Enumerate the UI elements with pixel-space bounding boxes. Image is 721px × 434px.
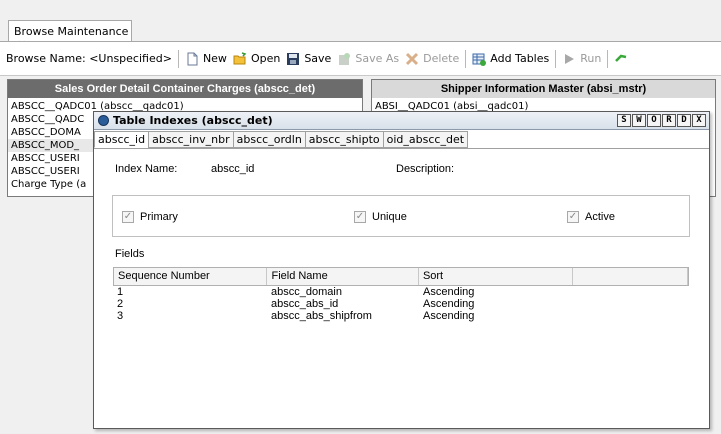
- toolbar-separator: [177, 49, 179, 68]
- fields-label: Fields: [115, 248, 145, 260]
- index-tabs: abscc_id abscc_inv_nbr abscc_ordln abscc…: [94, 131, 469, 149]
- cell-field-name: abscc_domain: [271, 286, 342, 298]
- document-tab-strip: Browse Maintenance ✕: [0, 0, 721, 51]
- cell-sort: Ascending: [423, 310, 475, 322]
- primary-checkbox[interactable]: ✓ Primary: [122, 211, 178, 223]
- add-tables-label: Add Tables: [490, 52, 550, 65]
- open-folder-icon: [233, 51, 247, 64]
- fields-grid: Sequence Number Field Name Sort 1 abscc_…: [113, 267, 689, 322]
- window-button-s[interactable]: S: [617, 114, 631, 127]
- unique-label: Unique: [372, 211, 407, 223]
- toolbar-separator: [607, 49, 609, 68]
- close-button[interactable]: X: [692, 114, 706, 127]
- description-label: Description:: [396, 163, 455, 175]
- cell-sort: Ascending: [423, 298, 475, 310]
- primary-label: Primary: [140, 211, 178, 223]
- grid-header: Sequence Number Field Name Sort: [113, 267, 689, 286]
- save-as-icon: [339, 52, 351, 65]
- window-button-w[interactable]: W: [632, 114, 646, 127]
- add-tables-button[interactable]: Add Tables: [472, 52, 549, 66]
- window-button-d[interactable]: D: [677, 114, 691, 127]
- save-button[interactable]: Save: [286, 52, 331, 66]
- new-document-icon: [187, 52, 198, 65]
- toolbar-separator: [555, 49, 557, 68]
- tab-oid-abscc-det[interactable]: oid_abscc_det: [382, 131, 469, 148]
- table-row[interactable]: 2 abscc_abs_id Ascending: [113, 298, 689, 310]
- index-name-value: abscc_id: [211, 163, 255, 175]
- column-header-field-name[interactable]: Field Name: [267, 268, 419, 285]
- tab-abscc-inv-nbr[interactable]: abscc_inv_nbr: [148, 131, 234, 148]
- refresh-icon[interactable]: [614, 52, 628, 66]
- active-checkbox[interactable]: ✓ Active: [567, 211, 615, 223]
- app-icon: [98, 115, 109, 126]
- open-label: Open: [250, 52, 281, 65]
- cell-field-name: abscc_abs_id: [271, 298, 339, 310]
- dialog-title: Table Indexes (abscc_det): [113, 114, 273, 127]
- delete-label: Delete: [423, 52, 460, 65]
- tab-divider: [94, 148, 709, 149]
- checkmark-icon: ✓: [122, 211, 134, 223]
- tab-abscc-shipto[interactable]: abscc_shipto: [304, 131, 384, 148]
- checkmark-icon: ✓: [567, 211, 579, 223]
- column-header-sequence[interactable]: Sequence Number: [114, 268, 268, 285]
- column-header-empty[interactable]: [573, 268, 688, 285]
- save-disk-icon: [287, 52, 300, 65]
- delete-x-icon: [406, 52, 419, 65]
- save-label: Save: [304, 52, 332, 65]
- window-button-o[interactable]: O: [647, 114, 661, 127]
- window-buttons: S W O R D X: [616, 114, 706, 127]
- tab-abscc-id[interactable]: abscc_id: [94, 131, 150, 148]
- tab-abscc-ordln[interactable]: abscc_ordln: [232, 131, 306, 148]
- tab-label: Browse Maintenance: [14, 25, 129, 38]
- unique-checkbox[interactable]: ✓ Unique: [354, 211, 407, 223]
- run-label: Run: [580, 52, 602, 65]
- add-table-icon: [472, 53, 487, 66]
- toolbar: Browse Name: <Unspecified> New Open Save…: [0, 42, 721, 76]
- open-button[interactable]: Open: [233, 51, 281, 66]
- table-indexes-dialog: Table Indexes (abscc_det) S W O R D X ab…: [93, 111, 710, 429]
- cell-sequence: 1: [117, 286, 124, 298]
- window-button-r[interactable]: R: [662, 114, 676, 127]
- new-button[interactable]: New: [185, 52, 227, 66]
- save-as-label: Save As: [355, 52, 400, 65]
- play-icon: [565, 53, 575, 64]
- save-as-button[interactable]: Save As: [337, 52, 399, 66]
- tab-browse-maintenance[interactable]: Browse Maintenance ✕: [8, 20, 132, 51]
- delete-button[interactable]: Delete: [405, 52, 459, 66]
- column-header-sort[interactable]: Sort: [419, 268, 574, 285]
- table-row[interactable]: 3 abscc_abs_shipfrom Ascending: [113, 310, 689, 322]
- checkmark-icon: ✓: [354, 211, 366, 223]
- cell-sort: Ascending: [423, 286, 475, 298]
- new-label: New: [202, 52, 227, 65]
- cell-sequence: 3: [117, 310, 124, 322]
- active-label: Active: [585, 211, 615, 223]
- table-title[interactable]: Shipper Information Master (absi_mstr): [372, 80, 715, 98]
- cell-sequence: 2: [117, 298, 124, 310]
- cell-field-name: abscc_abs_shipfrom: [271, 310, 372, 322]
- index-name-label: Index Name:: [115, 163, 178, 175]
- table-title[interactable]: Sales Order Detail Container Charges (ab…: [8, 80, 362, 98]
- table-row[interactable]: 1 abscc_domain Ascending: [113, 286, 689, 298]
- toolbar-separator: [465, 49, 467, 68]
- dialog-titlebar[interactable]: Table Indexes (abscc_det) S W O R D X: [94, 112, 709, 130]
- index-flags-group: ✓ Primary ✓ Unique ✓ Active: [112, 195, 690, 237]
- browse-name-label[interactable]: Browse Name: <Unspecified>: [6, 52, 172, 65]
- run-button[interactable]: Run: [562, 52, 601, 66]
